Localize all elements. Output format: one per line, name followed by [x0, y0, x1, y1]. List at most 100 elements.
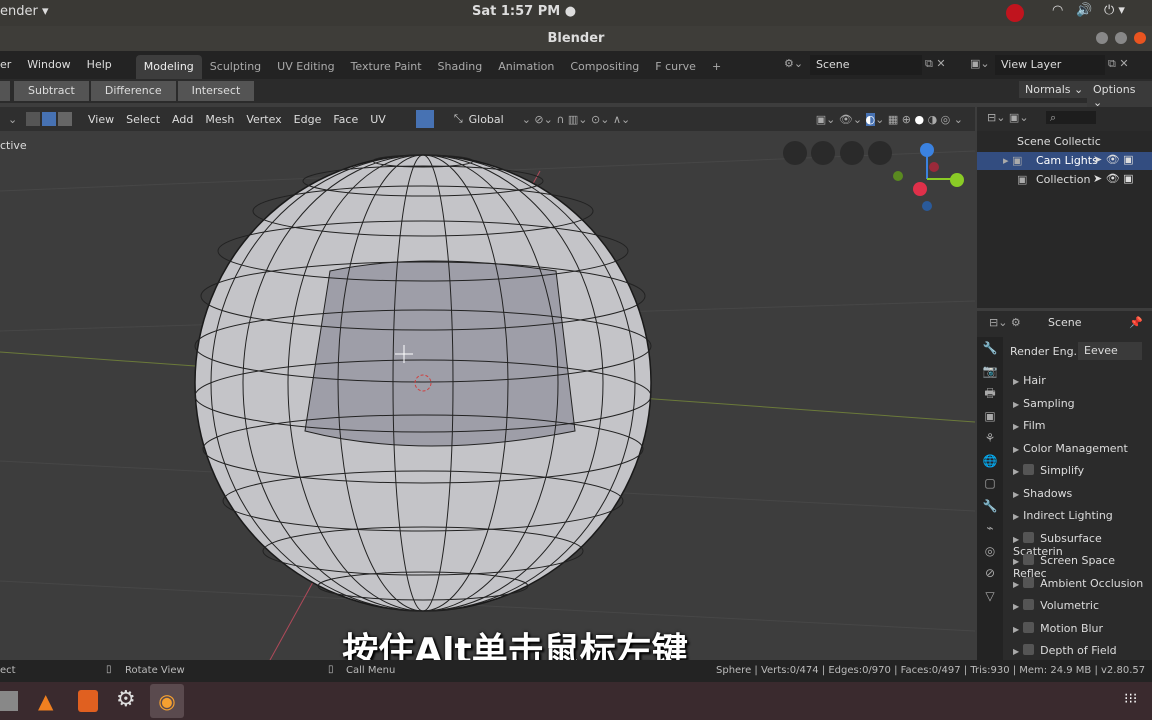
outliner-item-scene-collection[interactable]: Scene Collectic — [1017, 135, 1101, 148]
right-header: Normals ⌄ Options ⌄ — [975, 79, 1152, 111]
tab-uv-editing[interactable]: UV Editing — [269, 55, 342, 79]
render-engine-dropdown[interactable]: Eevee — [1078, 342, 1142, 360]
properties-tabs[interactable]: 🔧 📷 🖶 ▣ ⚘ 🌐 ▢ 🔧 ⌁ ◎ ⊘ ▽ — [977, 337, 1003, 660]
editor-type-icon[interactable]: ⊟⌄ ⚙ — [989, 316, 1021, 329]
expand-arrow-icon: ▶ — [1013, 579, 1020, 589]
3d-viewport[interactable]: ctive — [0, 131, 975, 660]
expand-arrow-icon[interactable]: ▸ ▣ — [1003, 154, 1022, 167]
vertex-select-icon[interactable] — [26, 112, 40, 126]
expand-arrow-icon: ▶ — [1013, 399, 1020, 409]
menu-face[interactable]: Face — [327, 113, 364, 126]
difference-button[interactable]: Difference — [90, 81, 176, 101]
panel-shadows[interactable]: ▶ Shadows — [1013, 487, 1072, 500]
menu-select[interactable]: Select — [120, 113, 166, 126]
scene-field[interactable]: Scene — [810, 55, 922, 75]
panel-ambient-occlusion[interactable]: ▶ Ambient Occlusion — [1013, 576, 1143, 590]
minimize-button[interactable] — [1096, 32, 1108, 44]
orientation-dropdown[interactable]: Global — [463, 113, 510, 126]
status-rotate: Rotate View — [125, 665, 185, 676]
menu-mesh[interactable]: Mesh — [199, 113, 240, 126]
outliner: ⊟⌄ ▣⌄ ⌕ Scene Collectic ▸ ▣ Cam Lights ▣… — [977, 107, 1152, 308]
menu-uv[interactable]: UV — [364, 113, 392, 126]
outliner-item-cam-lights[interactable]: Cam Lights — [1036, 154, 1098, 167]
panel-simplify[interactable]: ▶ Simplify — [1013, 464, 1084, 477]
panel-checkbox[interactable] — [1023, 599, 1035, 610]
close-button[interactable] — [1134, 32, 1146, 44]
view-layer-icon[interactable]: ▣⌄ — [970, 57, 990, 70]
panel-checkbox[interactable] — [1023, 554, 1035, 565]
maximize-button[interactable] — [1115, 32, 1127, 44]
menu-bar: er Window Help Modeling Sculpting UV Edi… — [0, 51, 1152, 79]
clock[interactable]: Sat 1:57 PM ● — [472, 4, 576, 19]
visibility-icons[interactable]: ➤ 👁 ▣ — [1093, 153, 1134, 166]
subtract-button[interactable]: Subtract — [14, 81, 89, 101]
tab-sculpting[interactable]: Sculpting — [202, 55, 269, 79]
chevron-down-icon[interactable]: ⌄ — [0, 113, 26, 126]
transform-orientation-icon[interactable] — [415, 110, 434, 128]
panel-checkbox[interactable] — [1023, 576, 1035, 588]
tab-shading[interactable]: Shading — [430, 55, 491, 79]
sphere-mesh — [194, 154, 652, 612]
nav-gizmo — [783, 141, 964, 211]
add-workspace-button[interactable]: + — [704, 55, 729, 79]
expand-arrow-icon: ▶ — [1013, 489, 1020, 499]
pivot-icon[interactable]: ⌄ ⊘⌄ ∩ ▥⌄ ⊙⌄ ∧⌄ — [522, 113, 631, 126]
panel-checkbox[interactable] — [1023, 464, 1035, 475]
panel-label: Color Management — [1023, 441, 1128, 455]
scene-icon[interactable]: ⚙⌄ — [784, 57, 803, 70]
menu-view[interactable]: View — [82, 113, 120, 126]
settings-icon[interactable]: ⚙ — [116, 687, 136, 712]
app-grid-icon[interactable]: ⁝⁝⁝ — [1124, 691, 1137, 707]
panel-label: Shadows — [1023, 486, 1073, 500]
tab-f-curve[interactable]: F curve — [647, 55, 704, 79]
normals-dropdown[interactable]: Normals ⌄ — [1019, 81, 1090, 98]
panel-hair[interactable]: ▶ Hair — [1013, 374, 1046, 387]
panel-indirect-lighting[interactable]: ▶ Indirect Lighting — [1013, 509, 1113, 522]
render-engine-label: Render Eng.. — [1010, 345, 1081, 358]
panel-film[interactable]: ▶ Film — [1013, 419, 1046, 432]
volume-icon[interactable]: 🔊 — [1076, 3, 1092, 18]
wifi-icon[interactable]: ◠ — [1052, 3, 1063, 18]
panel-sampling[interactable]: ▶ Sampling — [1013, 397, 1075, 410]
tab-animation[interactable]: Animation — [490, 55, 562, 79]
menu-file[interactable]: er — [0, 51, 19, 79]
software-center-icon[interactable] — [78, 690, 98, 712]
panel-checkbox[interactable] — [1023, 531, 1035, 543]
power-icon[interactable]: ⏻ ▾ — [1104, 3, 1125, 18]
copy-view-layer-icon[interactable]: ⧉ ✕ — [1108, 57, 1129, 71]
menu-window[interactable]: Window — [19, 51, 78, 79]
view-layer-field[interactable]: View Layer — [995, 55, 1105, 75]
union-button[interactable] — [0, 81, 10, 101]
expand-arrow-icon: ▶ — [1013, 467, 1020, 476]
outliner-header[interactable]: ⊟⌄ ▣⌄ ⌕ — [977, 107, 1152, 131]
panel-color-management[interactable]: ▶ Color Management — [1013, 442, 1128, 455]
intersect-button[interactable]: Intersect — [177, 81, 255, 101]
menu-edge[interactable]: Edge — [288, 113, 328, 126]
panel-label: Hair — [1023, 374, 1046, 387]
panel-label: Indirect Lighting — [1023, 509, 1113, 522]
edge-select-icon[interactable] — [42, 112, 56, 126]
menu-help[interactable]: Help — [79, 51, 120, 79]
outliner-item-collection[interactable]: Collection — [1036, 173, 1090, 186]
overlay-icons[interactable]: ▣⌄ 👁⌄ ◐⌄ ▦ ⊕ ● ◑ ◎ ⌄ — [816, 112, 963, 126]
menu-add[interactable]: Add — [166, 113, 199, 126]
record-icon[interactable] — [1006, 4, 1024, 22]
blender-icon[interactable]: ◉ — [150, 684, 184, 718]
vlc-icon[interactable]: ▲ — [38, 689, 53, 713]
expand-arrow-icon: ▶ — [1013, 422, 1020, 431]
menu-vertex[interactable]: Vertex — [240, 113, 287, 126]
window-title: Blender — [0, 26, 1152, 51]
scene-stats: Sphere | Verts:0/474 | Edges:0/970 | Fac… — [716, 665, 1146, 676]
pin-icon[interactable]: 📌 — [1129, 316, 1143, 329]
scene-canvas[interactable] — [0, 131, 975, 660]
app-menu[interactable]: ender ▾ — [0, 4, 49, 19]
tab-texture-paint[interactable]: Texture Paint — [343, 55, 430, 79]
face-select-icon[interactable] — [58, 112, 72, 126]
panel-volumetric[interactable]: ▶ Volumetric — [1013, 599, 1099, 612]
files-icon[interactable] — [0, 691, 18, 711]
tab-modeling[interactable]: Modeling — [135, 55, 202, 79]
expand-arrow-icon: ▶ — [1013, 534, 1020, 544]
tab-compositing[interactable]: Compositing — [562, 55, 647, 79]
copy-scene-icon[interactable]: ⧉ ✕ — [925, 57, 946, 71]
visibility-icons[interactable]: ➤ 👁 ▣ — [1093, 172, 1134, 185]
